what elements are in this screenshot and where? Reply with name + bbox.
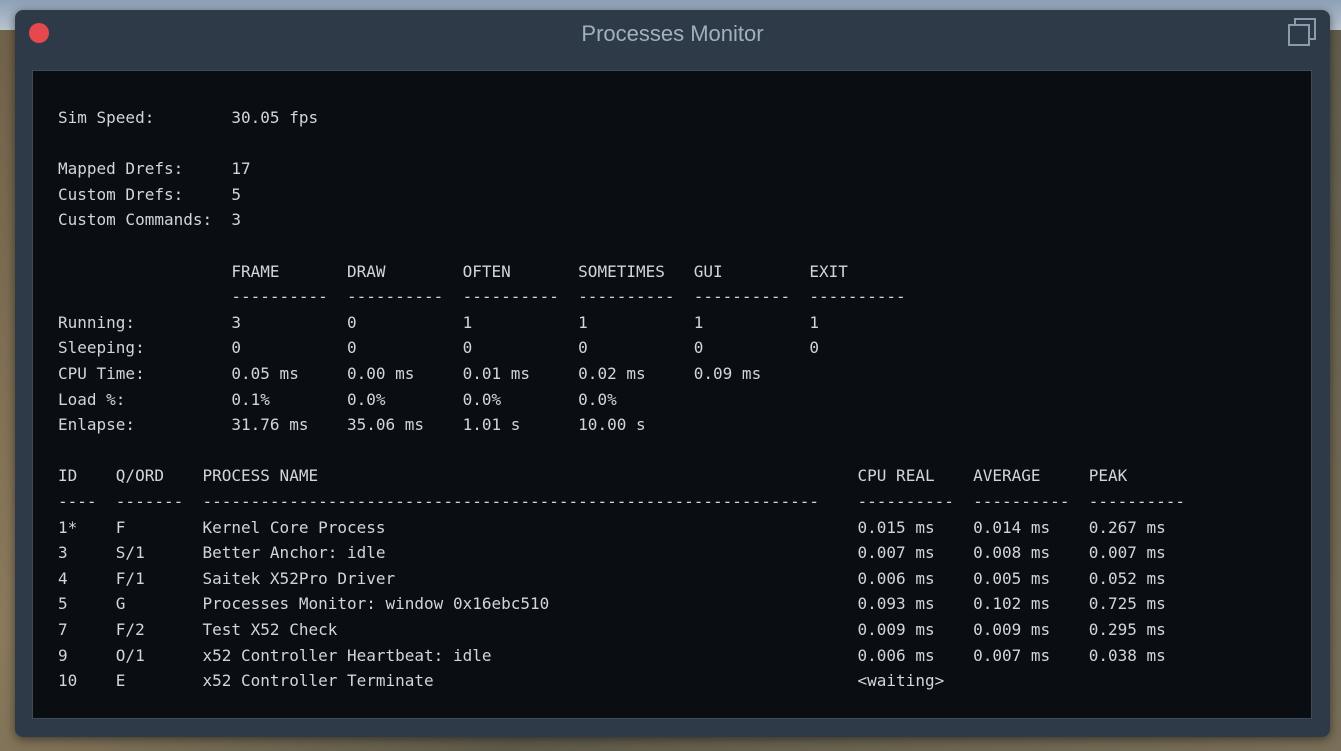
phase-header-line: FRAME DRAW OFTEN SOMETIMES GUI EXIT [58,261,925,281]
process-separator-line: ---- ------- ---------------------------… [58,492,1205,511]
process-row-line: 10 E x52 Controller Terminate <waiting> [58,671,1205,691]
process-row-line: 9 O/1 x52 Controller Heartbeat: idle 0.0… [58,645,1205,665]
process-row-line: 5 G Processes Monitor: window 0x16ebc510… [58,594,1205,614]
title-bar[interactable]: Processes Monitor [15,10,1330,54]
process-row-line: 7 F/2 Test X52 Check 0.009 ms 0.009 ms 0… [58,620,1205,639]
popout-window-icon[interactable] [1288,18,1316,46]
phase-row-line: CPU Time: 0.05 ms 0.00 ms 0.01 ms 0.02 m… [58,364,925,383]
phase-row-line: Sleeping: 0 0 0 0 0 0 [58,338,925,358]
phase-row-line: Enlapse: 31.76 ms 35.06 ms 1.01 s 10.00 … [58,415,925,435]
process-header-line: ID Q/ORD PROCESS NAME CPU REAL AVERAGE P… [58,466,1205,486]
monitor-output: Sim Speed: 30.05 fps Mapped Drefs: 17 Cust… [32,70,1312,719]
custom-drefs-line: Custom Drefs: 5 [58,184,242,204]
phase-row-line: Load %: 0.1% 0.0% 0.0% 0.0% [58,389,925,409]
window-title: Processes Monitor [581,21,764,46]
processes-monitor-window: Processes Monitor Sim Speed: 30.05 fps Ma… [15,10,1330,737]
process-row-line: 4 F/1 Saitek X52Pro Driver 0.006 ms 0.00… [58,568,1205,588]
process-row-line: 1* F Kernel Core Process 0.015 ms 0.014 … [58,517,1205,537]
process-row-line: 3 S/1 Better Anchor: idle 0.007 ms 0.008… [58,543,1205,563]
phase-separator-line: ---------- ---------- ---------- -------… [58,287,925,307]
mapped-drefs-line: Mapped Drefs: 17 [58,159,251,179]
custom-commands-line: Custom Commands: 3 [58,210,242,230]
phase-row-line: Running: 3 0 1 1 1 1 [58,312,925,332]
sim-speed-line: Sim Speed: 30.05 fps [58,108,319,127]
popout-front-square [1288,24,1310,46]
